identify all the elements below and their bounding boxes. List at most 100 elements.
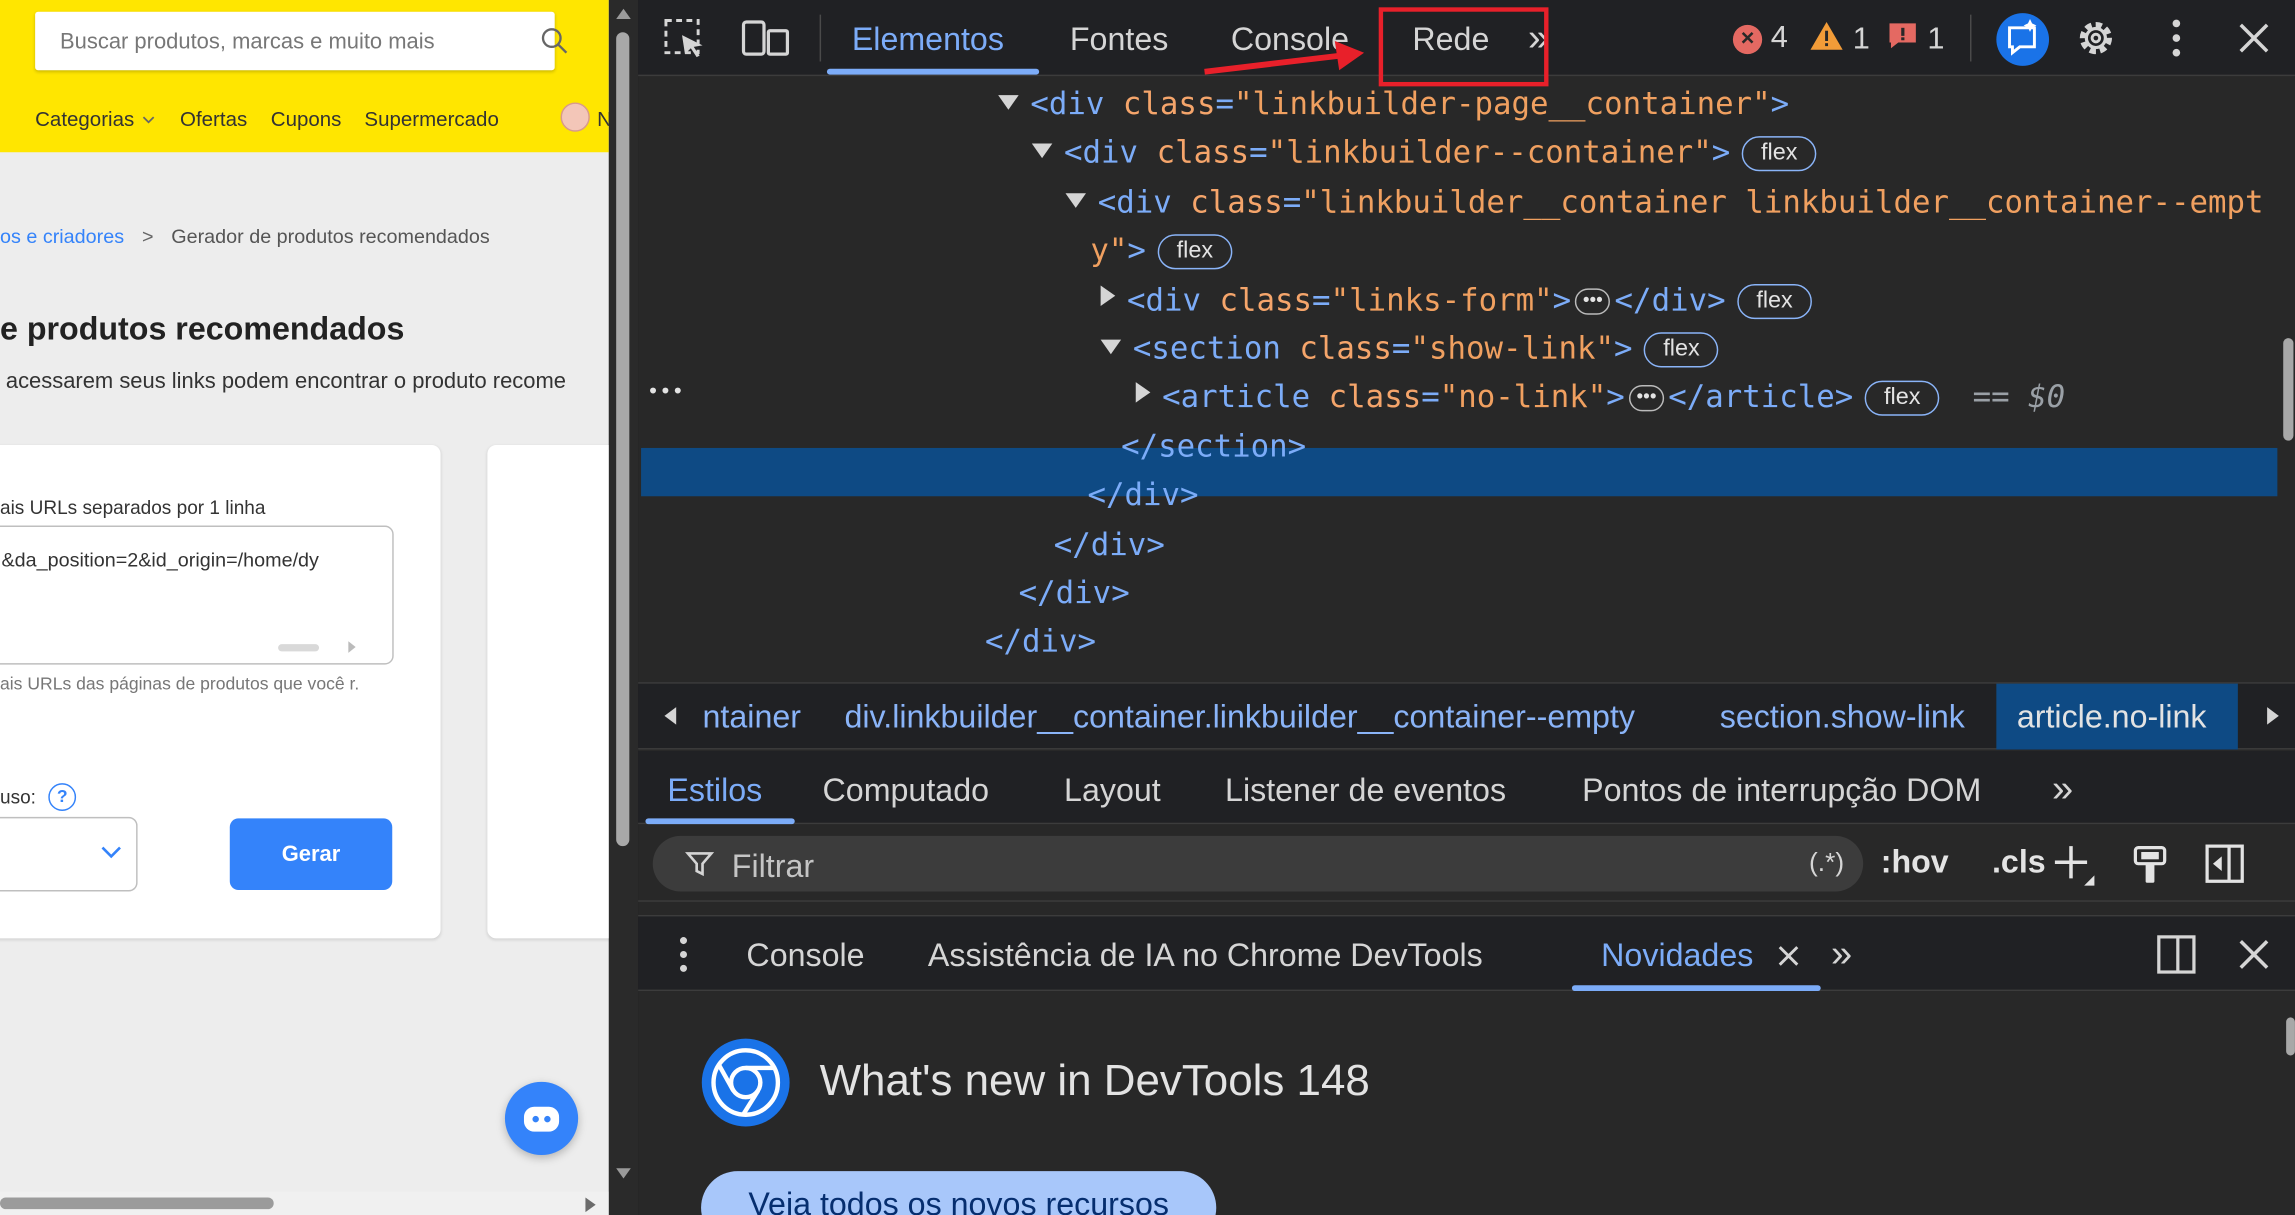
usage-select[interactable] [0,816,138,892]
page-vertical-scrollbar[interactable] [608,0,639,1215]
breadcrumb-link[interactable]: os e criadores [0,225,124,247]
regex-toggle[interactable]: (.*) [1809,848,1844,879]
dom-node-line[interactable]: <div class="linkbuilder--container"> flex [1031,131,1817,175]
dom-node-line[interactable]: </div> [1054,522,1165,566]
more-options-icon[interactable] [2168,18,2186,59]
flex-badge[interactable]: flex [1737,283,1812,319]
flex-badge[interactable]: flex [1644,332,1719,368]
see-all-features-button[interactable]: Veja todos os novos recursos [701,1171,1217,1215]
close-drawer-icon[interactable] [2236,937,2271,972]
scrollbar-thumb[interactable] [616,32,630,847]
paint-brush-icon[interactable] [2131,843,2169,887]
drawer-tab-whats-new[interactable]: Novidades [1601,937,1753,975]
hover-state-button[interactable]: :hov [1881,843,1949,881]
tab-elements[interactable]: Elementos [852,20,1004,58]
textarea-scrollbar[interactable] [278,644,320,652]
errors-count[interactable]: × 4 [1732,20,1788,55]
whats-new-title: What's new in DevTools 148 [819,1056,1370,1106]
scroll-right-icon[interactable] [585,1197,596,1213]
dock-side-icon[interactable] [2156,934,2197,975]
collapsed-children-icon[interactable]: ••• [1629,385,1664,412]
row-actions-icon[interactable]: ••• [647,370,684,414]
flex-badge[interactable]: flex [1864,381,1940,417]
flex-badge[interactable]: flex [1741,136,1817,172]
user-name[interactable]: N [597,107,609,130]
tab-dom-breakpoints[interactable]: Pontos de interrupção DOM [1582,771,1981,809]
nav-ofertas[interactable]: Ofertas [180,107,247,130]
dom-node-line[interactable]: <div class="linkbuilder__container linkb… [1065,180,2264,224]
tab-sources[interactable]: Fontes [1070,20,1168,58]
gear-icon[interactable] [2074,16,2118,60]
dom-node-line[interactable]: <div class="linkbuilder-page__container"… [998,82,1789,126]
collapse-icon[interactable] [1031,144,1053,159]
dom-node-line[interactable]: <article class="no-link"> ••• </article> fl… [1135,375,2065,419]
flex-badge[interactable]: flex [1157,234,1233,270]
crumb-section[interactable]: section.show-link [1720,698,1965,736]
nav-supermercado[interactable]: Supermercado [364,107,498,130]
more-tabs-icon[interactable]: » [1831,931,1852,976]
help-icon[interactable]: ? [48,783,77,812]
scroll-left-icon[interactable] [663,706,678,726]
ai-assistance-icon[interactable] [1995,12,2051,68]
tab-layout[interactable]: Layout [1064,771,1161,809]
scroll-down-icon[interactable] [616,1168,631,1179]
search-input[interactable]: Buscar produtos, marcas e muito mais [35,11,568,71]
crumb-article[interactable]: article.no-link [2017,698,2207,736]
expand-icon[interactable] [1135,382,1151,404]
tab-event-listeners[interactable]: Listener de eventos [1225,771,1506,809]
search-icon[interactable] [540,26,569,55]
dom-tree-scrollbar[interactable] [2280,78,2295,681]
scroll-right-icon[interactable] [2266,706,2281,726]
urls-textarea[interactable]: &da_position=2&id_origin=/home/dy [0,525,394,665]
crumb-linkbuilder-container[interactable]: div.linkbuilder__container.linkbuilder__… [844,698,1635,736]
expand-icon[interactable] [1100,284,1116,306]
drawer-menu-icon[interactable] [678,935,690,973]
collapse-icon[interactable] [1065,192,1086,208]
collapsed-children-icon[interactable]: ••• [1575,287,1611,315]
tab-computed[interactable]: Computado [823,771,989,809]
dom-node-line[interactable]: </div> [1087,473,1198,517]
nav-cupons[interactable]: Cupons [271,107,342,130]
dom-node-line[interactable]: y"> flex [1090,229,1233,273]
scrollbar-thumb[interactable] [0,1197,274,1210]
collapse-icon[interactable] [998,95,1019,110]
avatar[interactable] [560,102,590,132]
class-toggle-button[interactable]: .cls [1992,843,2046,881]
tag-close: > [1127,233,1146,269]
chat-button[interactable] [504,1081,579,1156]
drawer-tab-ai-assistance[interactable]: Assistência de IA no Chrome DevTools [928,937,1483,975]
more-tabs-icon[interactable]: » [2052,766,2073,811]
scroll-right-icon[interactable] [348,641,356,653]
dom-breadcrumbs: ntainer div.linkbuilder__container.linkb… [638,682,2295,750]
styles-filter-input[interactable]: Filtrar (.*) [652,835,1864,892]
device-toolbar-icon[interactable] [741,18,791,59]
drawer-tab-console[interactable]: Console [746,937,864,975]
inspect-element-icon[interactable] [663,18,707,59]
warnings-count[interactable]: 1 [1809,20,1870,57]
dom-node-line[interactable]: </div> [985,620,1096,664]
annotation-highlight-box [1378,7,1549,87]
dom-node-line[interactable]: </div> [1019,571,1130,615]
issues-count[interactable]: 1 [1887,20,1944,57]
close-icon[interactable] [2236,20,2271,55]
scrollbar-thumb[interactable] [2286,1017,2295,1056]
collapse-icon[interactable] [1100,339,1122,355]
dom-node-line[interactable]: </section> [1121,424,1306,468]
attribute-name: class [1299,330,1392,366]
tab-styles[interactable]: Estilos [667,771,762,809]
attribute-value: "show-link" [1410,330,1615,366]
close-tab-icon[interactable] [1777,944,1800,967]
dom-node-line[interactable]: <section class="show-link"> flex [1100,326,1719,370]
generate-button[interactable]: Gerar [229,818,393,891]
crumb-container[interactable]: ntainer [703,698,801,736]
tag-close: > [1614,330,1633,366]
toggle-sidebar-icon[interactable] [2204,843,2245,884]
dom-node-line[interactable]: <div class="links-form"> ••• </div> flex [1100,278,1812,322]
attribute-equals: = [1312,281,1331,318]
scroll-up-icon[interactable] [616,8,631,20]
add-rule-icon[interactable] [2052,843,2096,887]
nav-categorias[interactable]: Categorias [35,107,134,130]
attribute-value: "links-form" [1330,281,1553,318]
page-horizontal-scrollbar[interactable] [0,1191,609,1215]
scrollbar-thumb[interactable] [2283,338,2294,441]
